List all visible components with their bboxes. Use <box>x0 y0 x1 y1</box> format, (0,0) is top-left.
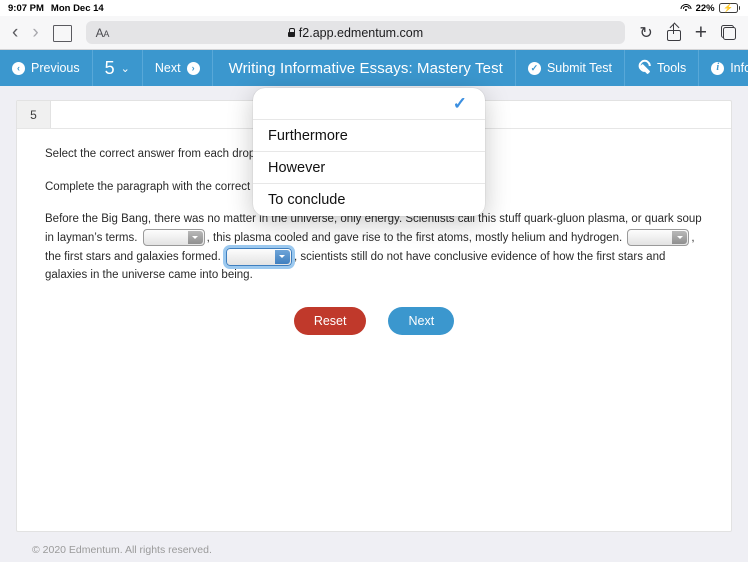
wifi-icon <box>680 4 692 13</box>
status-bar-right: 22% ⚡ <box>680 2 740 14</box>
status-date: Mon Dec 14 <box>50 2 104 14</box>
question-number-selector[interactable]: 5 ⌄ <box>93 50 143 86</box>
battery-percent-label: 22% <box>695 2 715 14</box>
info-button[interactable]: i Info <box>698 50 748 86</box>
tabs-icon[interactable] <box>721 25 736 40</box>
lock-icon <box>287 28 296 37</box>
tools-button[interactable]: Tools <box>624 50 698 86</box>
previous-label: Previous <box>31 61 80 75</box>
check-circle-icon: ✓ <box>527 61 541 75</box>
safari-toolbar: ‹ › AA f2.app.edmentum.com ↻ + <box>0 16 748 50</box>
submit-test-button[interactable]: ✓ Submit Test <box>514 50 624 86</box>
footer-copyright: © 2020 Edmentum. All rights reserved. <box>32 544 212 556</box>
option-furthermore[interactable]: Furthermore <box>253 120 485 152</box>
dropdown-2[interactable] <box>627 229 690 247</box>
question-tab-5[interactable]: 5 <box>17 101 51 128</box>
battery-icon: ⚡ <box>718 3 740 13</box>
select-options-popover: ✓ Furthermore However To conclude <box>253 88 485 216</box>
ios-status-bar: 9:07 PM Mon Dec 14 22% ⚡ <box>0 0 748 16</box>
dropdown-1[interactable] <box>142 229 205 247</box>
next-question-button[interactable]: Next <box>388 306 455 335</box>
navbar-actions: ✓ Submit Test Tools i Info <box>514 50 748 86</box>
bookmarks-icon[interactable] <box>52 25 72 42</box>
wrench-icon <box>634 58 654 78</box>
option-however[interactable]: However <box>253 152 485 184</box>
reset-button[interactable]: Reset <box>293 306 367 335</box>
submit-test-label: Submit Test <box>546 61 613 75</box>
url-text: f2.app.edmentum.com <box>298 25 424 40</box>
previous-arrow-icon: ‹ <box>12 61 25 75</box>
url-display: f2.app.edmentum.com <box>86 26 626 40</box>
info-circle-icon: i <box>711 61 725 75</box>
status-time: 9:07 PM <box>8 2 44 14</box>
paragraph-with-dropdowns: Before the Big Bang, there was no matter… <box>45 210 703 285</box>
test-navigation-bar: ‹ Previous 5 ⌄ Next › Writing Informativ… <box>0 50 748 86</box>
next-button[interactable]: Next › <box>143 50 213 86</box>
tools-label: Tools <box>657 61 687 75</box>
new-tab-icon[interactable]: + <box>695 22 707 43</box>
back-icon[interactable]: ‹ <box>12 23 18 42</box>
address-bar[interactable]: AA f2.app.edmentum.com <box>85 21 626 44</box>
option-to-conclude[interactable]: To conclude <box>253 184 485 216</box>
next-arrow-icon: › <box>186 61 200 75</box>
next-label: Next <box>154 61 181 75</box>
dropdown-1-arrow-icon <box>187 231 203 245</box>
question-number: 5 <box>104 57 115 78</box>
action-buttons: Reset Next <box>45 306 703 335</box>
reload-icon[interactable]: ↻ <box>639 23 652 43</box>
dropdown-3-arrow-icon <box>274 249 290 264</box>
share-icon[interactable] <box>666 24 681 41</box>
previous-button[interactable]: ‹ Previous <box>0 50 93 86</box>
status-bar-left: 9:07 PM Mon Dec 14 <box>8 3 104 14</box>
forward-icon[interactable]: › <box>32 23 38 42</box>
option-blank[interactable]: ✓ <box>253 88 485 120</box>
dropdown-3[interactable] <box>222 244 295 269</box>
info-label: Info <box>730 61 748 75</box>
check-icon: ✓ <box>452 93 467 113</box>
dropdown-2-arrow-icon <box>672 231 688 245</box>
page-title: Writing Informative Essays: Mastery Test <box>228 59 503 77</box>
charging-bolt-icon: ⚡ <box>723 3 734 13</box>
chevron-down-icon: ⌄ <box>120 62 130 75</box>
ipad-safari-screen: 9:07 PM Mon Dec 14 22% ⚡ ‹ › AA f2.app.e… <box>0 0 748 562</box>
paragraph-segment-3: , this plasma cooled and gave rise to th… <box>206 231 623 244</box>
